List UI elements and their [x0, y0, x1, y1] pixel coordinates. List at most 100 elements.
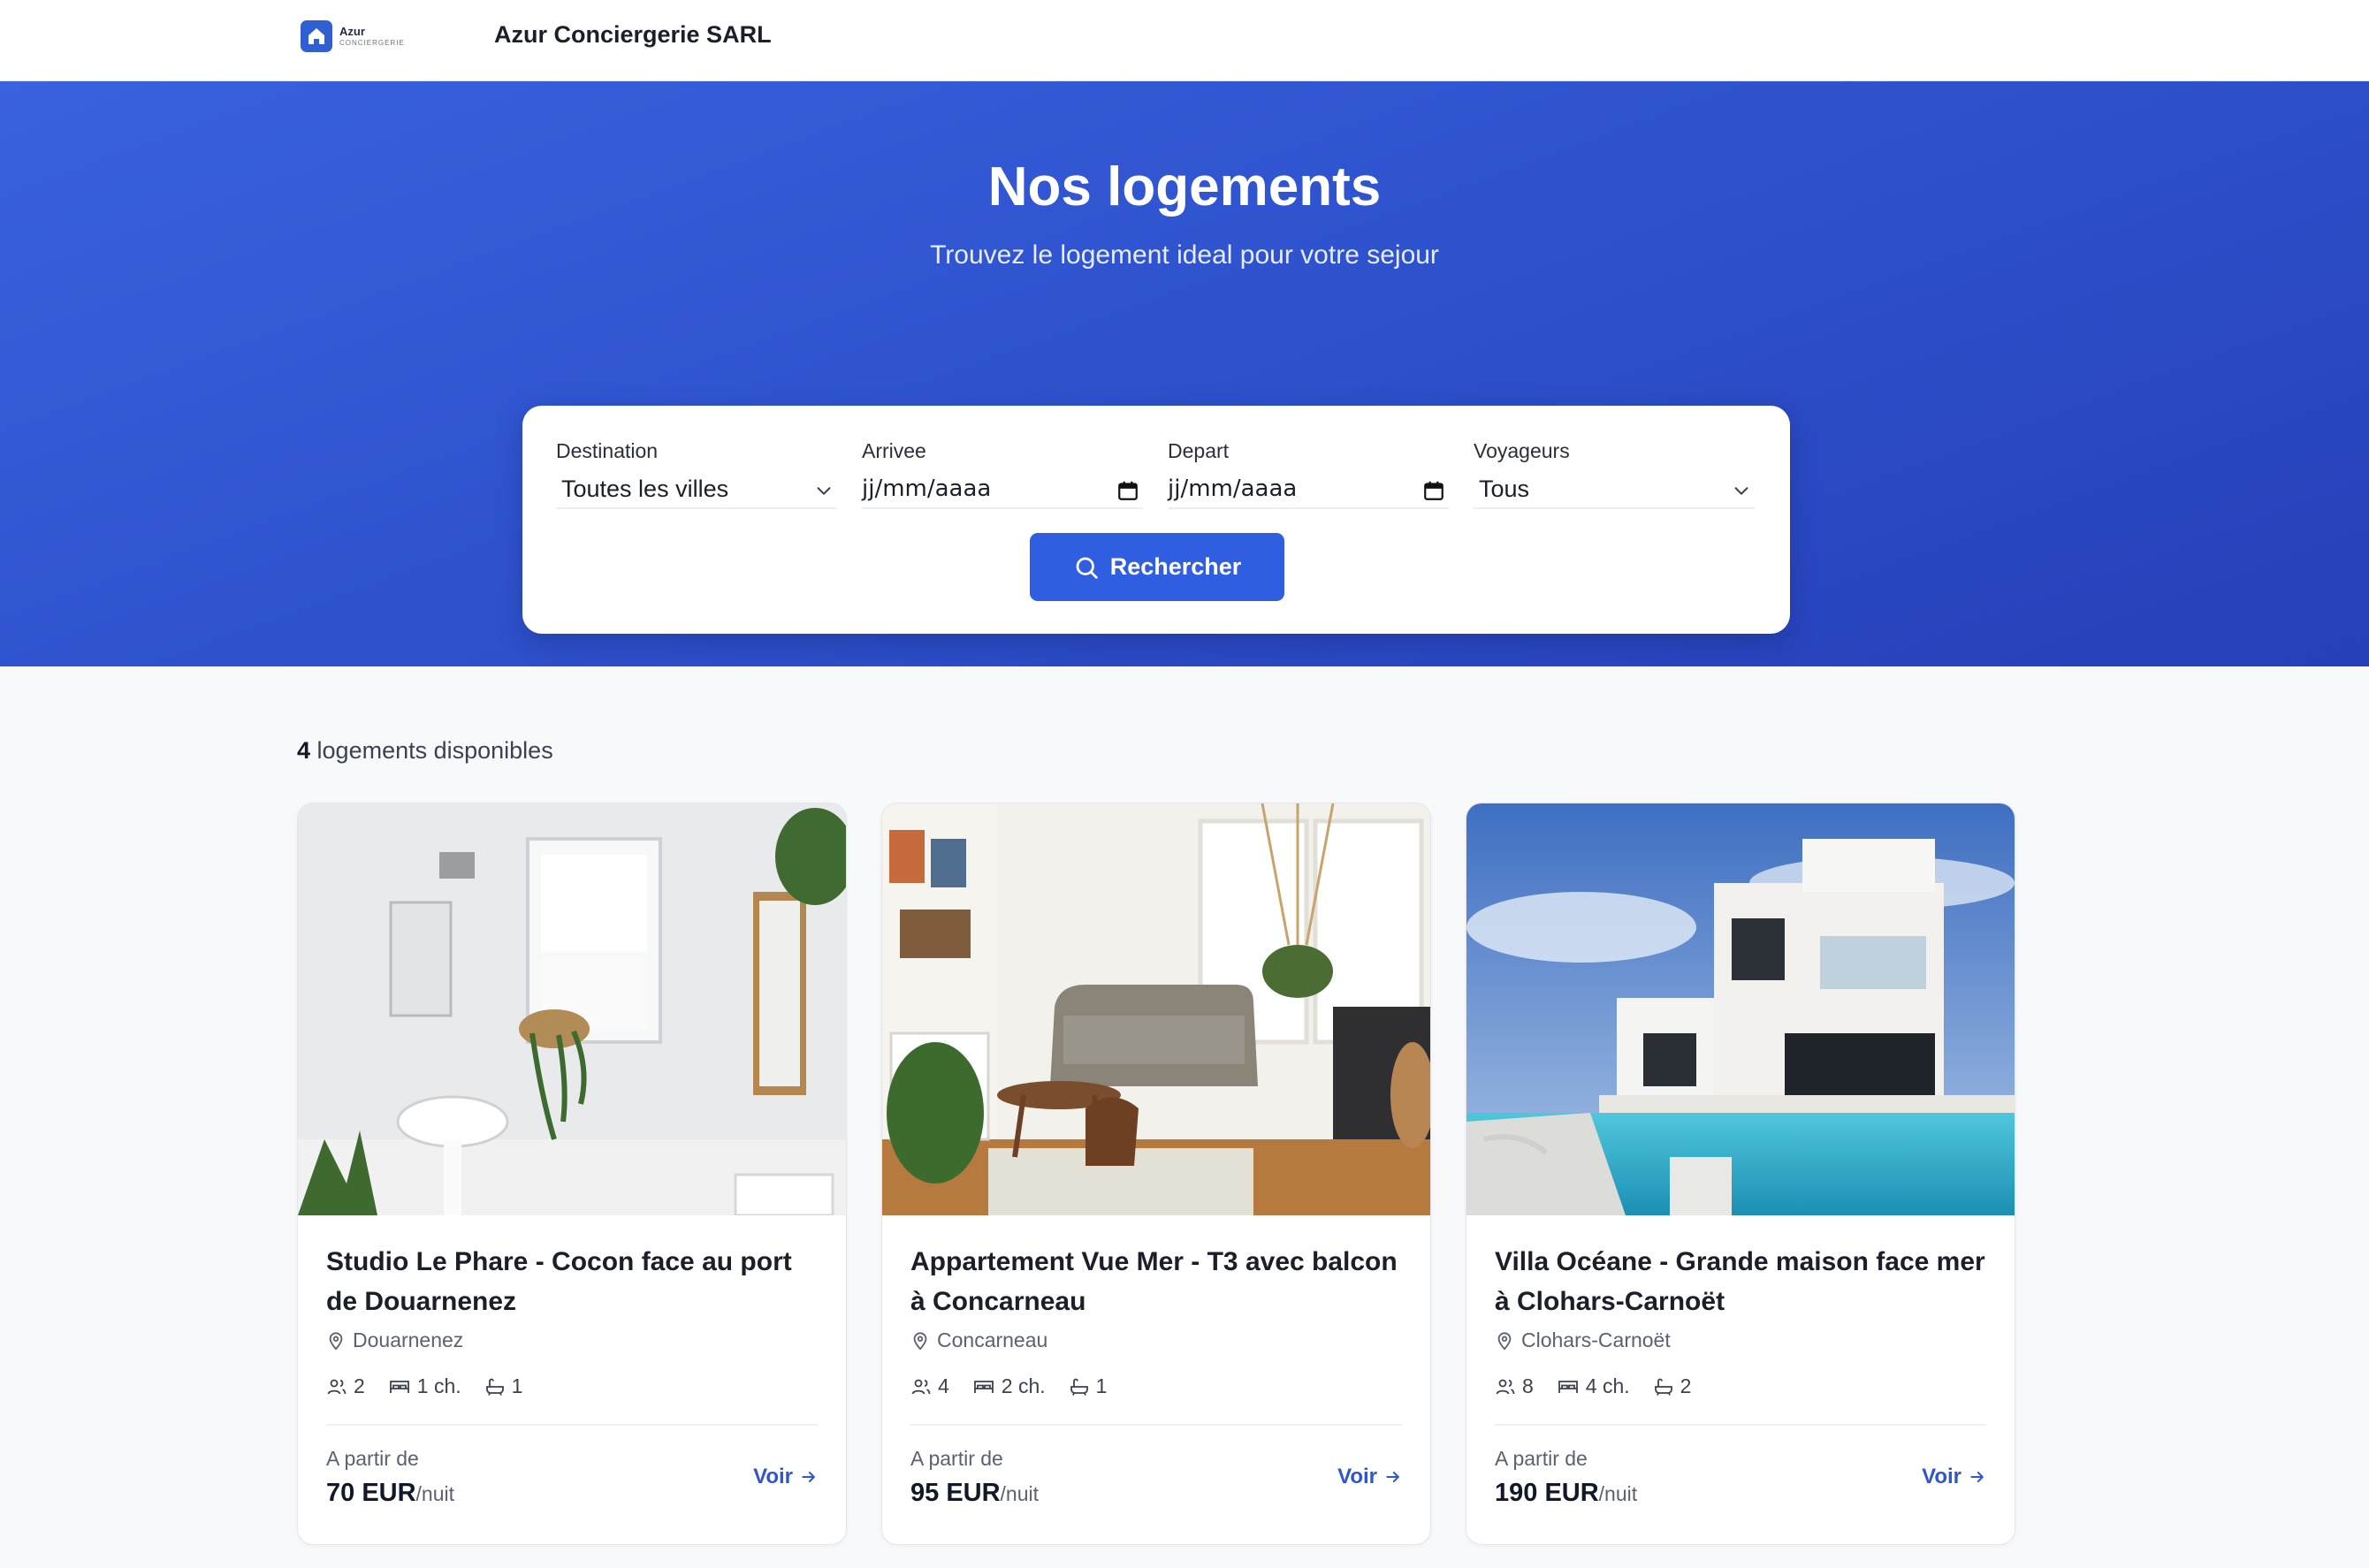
bath-icon — [1070, 1378, 1088, 1396]
users-icon — [1496, 1379, 1515, 1394]
users-icon — [327, 1379, 347, 1394]
listing-location: Clohars-Carnoët — [1495, 1328, 1671, 1352]
price-amount: 70 EUR — [326, 1479, 416, 1507]
view-link-label: Voir — [1337, 1465, 1377, 1488]
arrival-date-input[interactable]: jj/mm/aaaa — [862, 474, 1143, 509]
listing-city: Concarneau — [937, 1328, 1048, 1351]
guests-count: 4 — [938, 1374, 949, 1397]
listing-stats: 4 2 ch. 1 — [910, 1374, 1130, 1398]
search-button-label: Rechercher — [1109, 553, 1242, 580]
destination-field: Destination Toutes les villes — [556, 439, 837, 509]
brand-logo[interactable]: Azur CONCIERGERIE — [301, 19, 421, 53]
price-from-label: A partir de — [910, 1447, 1003, 1470]
calendar-icon[interactable] — [1422, 479, 1445, 502]
bathrooms-stat: 1 — [484, 1374, 523, 1398]
hero-banner: Nos logements Trouvez le logement ideal … — [0, 81, 2369, 666]
bedrooms-stat: 1 ch. — [388, 1374, 461, 1398]
price-unit: /nuit — [415, 1482, 455, 1505]
bath-icon — [1654, 1378, 1672, 1396]
logo-wordmark: Azur CONCIERGERIE — [339, 26, 405, 47]
price-unit: /nuit — [1598, 1482, 1638, 1505]
departure-placeholder: jj/mm/aaaa — [1168, 476, 1298, 502]
listing-location: Douarnenez — [326, 1328, 463, 1352]
listing-city: Clohars-Carnoët — [1521, 1328, 1671, 1351]
listing-title[interactable]: Studio Le Phare - Cocon face au port de … — [326, 1242, 821, 1321]
view-listing-link[interactable]: Voir — [753, 1465, 818, 1489]
bedrooms-count: 2 ch. — [1001, 1374, 1046, 1397]
chevron-down-icon — [1734, 487, 1748, 495]
listing-photo-villa[interactable] — [1466, 803, 2015, 1215]
bed-icon — [389, 1380, 409, 1393]
listing-price: 190 EUR/nuit — [1495, 1479, 1637, 1508]
page-subtitle: Trouvez le logement ideal pour votre sej… — [930, 240, 1439, 270]
price-from-label: A partir de — [1495, 1447, 1588, 1470]
price-unit: /nuit — [1000, 1482, 1040, 1505]
listing-title[interactable]: Villa Océane - Grande maison face mer à … — [1495, 1242, 1990, 1321]
destination-select[interactable]: Toutes les villes — [556, 474, 837, 509]
company-name: Azur Conciergerie SARL — [494, 21, 772, 48]
guests-count: 8 — [1522, 1374, 1534, 1397]
listing-stats: 2 1 ch. 1 — [326, 1374, 545, 1398]
arrival-field: Arrivee jj/mm/aaaa — [862, 439, 1143, 509]
listing-city: Douarnenez — [353, 1328, 464, 1351]
card-divider — [326, 1424, 818, 1426]
view-link-label: Voir — [753, 1465, 793, 1488]
search-icon — [1076, 557, 1098, 579]
price-from-label: A partir de — [326, 1447, 419, 1470]
page-title: Nos logements — [987, 156, 1382, 217]
guests-stat: 2 — [326, 1374, 365, 1398]
guests-value: Tous — [1479, 476, 1530, 502]
listing-title[interactable]: Appartement Vue Mer - T3 avec balcon à C… — [910, 1242, 1405, 1321]
destination-value: Toutes les villes — [561, 476, 729, 502]
calendar-icon[interactable] — [1116, 479, 1139, 502]
listing-stats: 8 4 ch. 2 — [1495, 1374, 1714, 1398]
arrival-label: Arrivee — [862, 439, 926, 462]
arrow-right-icon — [802, 1472, 815, 1482]
guests-stat: 8 — [1495, 1374, 1534, 1398]
arrow-right-icon — [1386, 1472, 1399, 1482]
guests-stat: 4 — [910, 1374, 949, 1398]
bathrooms-count: 2 — [1680, 1374, 1692, 1397]
view-listing-link[interactable]: Voir — [1337, 1465, 1402, 1489]
results-count-label: logements disponibles — [310, 737, 553, 764]
logo-line1: Azur — [339, 25, 365, 38]
bedrooms-stat: 4 ch. — [1557, 1374, 1630, 1398]
search-form: Destination Toutes les villes Arrivee jj… — [522, 406, 1790, 634]
bedrooms-stat: 2 ch. — [972, 1374, 1046, 1398]
listing-photo-living-room[interactable] — [882, 803, 1430, 1215]
map-pin-icon — [1497, 1331, 1512, 1351]
card-divider — [910, 1424, 1402, 1426]
bedrooms-count: 4 ch. — [1585, 1374, 1630, 1397]
bed-icon — [973, 1380, 994, 1393]
results-count: 4 logements disponibles — [297, 737, 553, 765]
results-count-number: 4 — [297, 737, 311, 764]
bathrooms-count: 1 — [511, 1374, 523, 1397]
card-divider — [1495, 1424, 1986, 1426]
departure-date-input[interactable]: jj/mm/aaaa — [1168, 474, 1449, 509]
departure-label: Depart — [1168, 439, 1230, 462]
search-button[interactable]: Rechercher — [1030, 533, 1284, 601]
bathrooms-count: 1 — [1095, 1374, 1108, 1397]
view-link-label: Voir — [1922, 1465, 1961, 1488]
bathrooms-stat: 2 — [1653, 1374, 1692, 1398]
logo-line2: CONCIERGERIE — [339, 39, 405, 47]
departure-field: Depart jj/mm/aaaa — [1168, 439, 1449, 509]
users-icon — [911, 1379, 931, 1394]
bath-icon — [485, 1378, 504, 1396]
price-amount: 95 EUR — [910, 1479, 1001, 1507]
guests-select[interactable]: Tous — [1474, 474, 1755, 509]
listing-card[interactable]: Studio Le Phare - Cocon face au port de … — [297, 803, 847, 1545]
map-pin-icon — [329, 1331, 343, 1351]
listing-card[interactable]: Appartement Vue Mer - T3 avec balcon à C… — [881, 803, 1431, 1545]
listing-price: 70 EUR/nuit — [326, 1479, 454, 1508]
arrival-placeholder: jj/mm/aaaa — [862, 476, 992, 502]
guests-field: Voyageurs Tous — [1474, 439, 1755, 509]
guests-label: Voyageurs — [1474, 439, 1570, 462]
house-icon — [301, 20, 332, 52]
listing-price: 95 EUR/nuit — [910, 1479, 1039, 1508]
price-amount: 190 EUR — [1495, 1479, 1599, 1507]
listing-card[interactable]: Villa Océane - Grande maison face mer à … — [1466, 803, 2015, 1545]
view-listing-link[interactable]: Voir — [1922, 1465, 1986, 1489]
bed-icon — [1558, 1380, 1578, 1393]
listing-photo-bathroom[interactable] — [298, 803, 846, 1215]
